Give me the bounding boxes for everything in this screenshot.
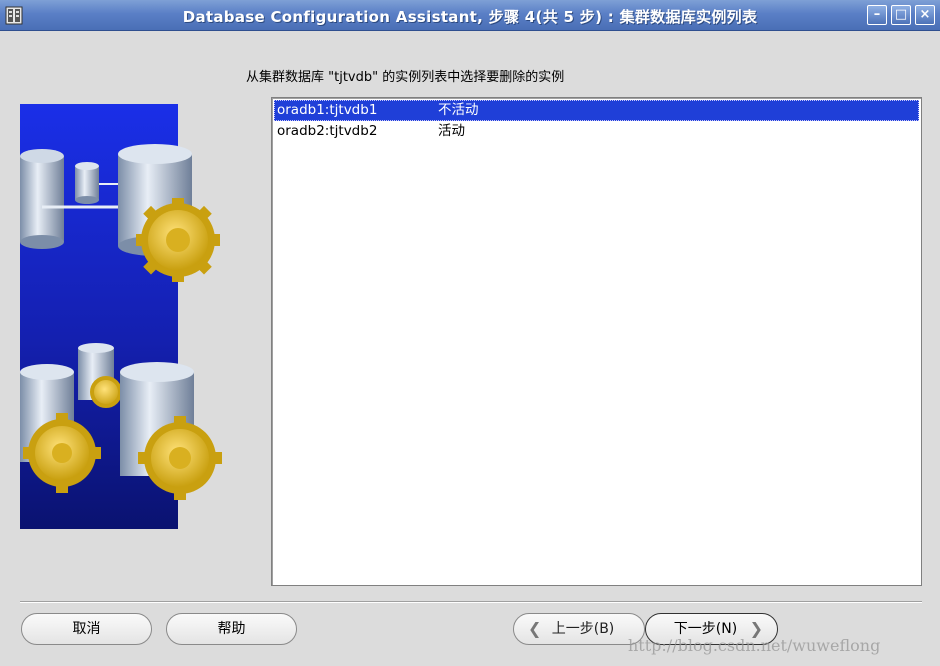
window-title: Database Configuration Assistant, 步骤 4(共… [182,8,758,26]
help-button[interactable]: 帮助 [166,613,297,645]
instance-status: 不活动 [438,102,479,118]
minimize-button[interactable]: – [867,5,887,25]
instance-row-2[interactable]: oradb2:tjtvdb2 活动 [274,121,919,142]
maximize-button[interactable]: □ [891,5,911,25]
close-icon: × [919,7,931,22]
close-button[interactable]: × [915,5,935,25]
instance-row-1[interactable]: oradb1:tjtvdb1 不活动 [274,100,919,121]
next-button-label: 下一步(N) [673,621,738,637]
instruction-label: 从集群数据库 "tjtvdb" 的实例列表中选择要删除的实例 [246,70,565,85]
instance-name: oradb1:tjtvdb1 [277,102,378,118]
instance-name: oradb2:tjtvdb2 [277,123,378,139]
chevron-left-icon: ❮ [528,619,542,638]
maximize-icon: □ [894,7,908,22]
back-button[interactable]: ❮ 上一步(B) [513,613,645,645]
cancel-button[interactable]: 取消 [21,613,152,645]
watermark-text: http://blog.csdn.net/wuweflong [628,636,881,655]
database-cluster-image [20,104,222,529]
instance-status: 活动 [438,123,465,139]
title-bar[interactable]: Database Configuration Assistant, 步骤 4(共… [0,0,940,31]
button-divider [20,601,922,603]
instance-list[interactable]: oradb1:tjtvdb1 不活动 oradb2:tjtvdb2 活动 [271,97,922,586]
wizard-illustration [20,104,222,529]
back-button-label: 上一步(B) [551,621,615,637]
minimize-icon: – [873,7,881,22]
